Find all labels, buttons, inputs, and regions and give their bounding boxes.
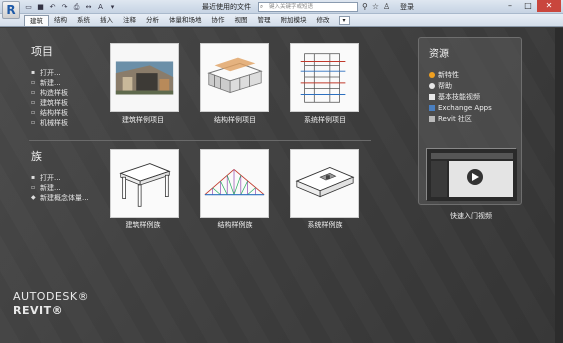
getting-started-video-thumb[interactable] bbox=[426, 148, 517, 201]
text-icon[interactable]: A bbox=[96, 3, 105, 12]
new-file-icon: ▫ bbox=[31, 78, 36, 86]
revit-community-link[interactable]: Revit 社区 bbox=[429, 114, 492, 124]
resources-panel: 资源 新特性 帮助 基本技能视频 Exchange Apps Revit 社区 bbox=[418, 37, 522, 220]
tab-collaborate[interactable]: 协作 bbox=[207, 15, 230, 26]
search-input[interactable]: ⌕ 键入关键字或短语 bbox=[258, 2, 358, 12]
structure-sample-project-label[interactable]: 结构样例项目 bbox=[190, 115, 280, 125]
title-bar: R ▭ ■ ↶ ↷ ⎙ ↔ A ▾ 最近使用的文件 ⌕ 键入关键字或短语 ⚲ ☆… bbox=[0, 0, 563, 19]
exchange-apps-icon bbox=[429, 105, 435, 111]
tab-manage[interactable]: 管理 bbox=[253, 15, 276, 26]
getting-started-video-label[interactable]: 快速入门视频 bbox=[419, 211, 523, 221]
window-controls: – □ ✕ bbox=[501, 0, 561, 12]
architecture-sample-project-label[interactable]: 建筑样例项目 bbox=[98, 115, 188, 125]
minimize-icon[interactable]: – bbox=[501, 0, 519, 12]
family-new-link[interactable]: ▫ 新建... bbox=[31, 183, 89, 192]
tab-insert[interactable]: 插入 bbox=[95, 15, 118, 26]
tab-analyze[interactable]: 分析 bbox=[141, 15, 164, 26]
section-divider bbox=[29, 140, 371, 141]
video-icon bbox=[429, 94, 435, 100]
login-link[interactable]: 登录 bbox=[400, 2, 414, 12]
tab-annotate[interactable]: 注释 bbox=[118, 15, 141, 26]
tab-systems[interactable]: 系统 bbox=[72, 15, 95, 26]
systems-sample-project-thumb[interactable] bbox=[290, 43, 359, 112]
building-render-icon bbox=[111, 44, 178, 111]
search-icon: ⌕ bbox=[260, 4, 264, 10]
revit-logo: REVIT® bbox=[13, 304, 64, 317]
family-open-link[interactable]: ▪ 打开... bbox=[31, 173, 89, 182]
recent-files-page: 项目 ▪ 打开... ▫ 新建... ▫ 构造样板 ▫ 建筑样板 ▫ 结构样板 ▫ 机械样板… bbox=[0, 28, 563, 343]
help-icon bbox=[429, 83, 435, 89]
binoculars-icon[interactable]: ⚲ bbox=[362, 2, 368, 11]
mass-icon: ◆ bbox=[31, 193, 36, 201]
redo-icon[interactable]: ↷ bbox=[60, 3, 69, 12]
essential-skills-videos-link[interactable]: 基本技能视频 bbox=[429, 92, 492, 102]
mep-systems-icon bbox=[291, 44, 358, 111]
save-icon[interactable]: ■ bbox=[36, 3, 45, 12]
tab-modify[interactable]: 修改 bbox=[312, 15, 335, 26]
close-icon[interactable]: ✕ bbox=[537, 0, 561, 12]
new-file-icon: ▫ bbox=[31, 183, 36, 191]
template-mechanical-link[interactable]: ▫ 机械样板 bbox=[31, 118, 68, 127]
autodesk-logo: AUTODESK® bbox=[13, 290, 90, 303]
video-preview-icon bbox=[427, 149, 517, 201]
template-icon: ▫ bbox=[31, 108, 36, 116]
systems-sample-project-label[interactable]: 系统样例项目 bbox=[280, 115, 370, 125]
new-features-icon bbox=[429, 72, 435, 78]
new-conceptual-mass-link[interactable]: ◆ 新建概念体量... bbox=[31, 193, 89, 202]
structure-sample-family-thumb[interactable] bbox=[200, 149, 269, 218]
undo-icon[interactable]: ↶ bbox=[48, 3, 57, 12]
exchange-apps-link[interactable]: Exchange Apps bbox=[429, 103, 492, 113]
star-icon[interactable]: ☆ bbox=[372, 2, 379, 11]
ribbon-tabs: 建筑 结构 系统 插入 注释 分析 体量和场地 协作 视图 管理 附加模块 修改… bbox=[0, 14, 563, 27]
tab-view[interactable]: 视图 bbox=[230, 15, 253, 26]
template-architectural-link[interactable]: ▫ 建筑样板 bbox=[31, 98, 68, 107]
quick-access-toolbar: ▭ ■ ↶ ↷ ⎙ ↔ A ▾ bbox=[24, 2, 117, 12]
systems-sample-family-label[interactable]: 系统样例族 bbox=[280, 220, 370, 230]
folder-icon: ▪ bbox=[31, 68, 36, 76]
tab-architecture[interactable]: 建筑 bbox=[24, 15, 49, 26]
tab-massing-site[interactable]: 体量和场地 bbox=[164, 15, 207, 26]
application-menu-button[interactable]: R bbox=[2, 1, 20, 19]
measure-icon[interactable]: ↔ bbox=[84, 3, 93, 12]
architecture-sample-project-thumb[interactable] bbox=[110, 43, 179, 112]
families-heading: 族 bbox=[31, 150, 42, 163]
print-icon[interactable]: ⎙ bbox=[72, 3, 81, 12]
right-edge-bar bbox=[555, 28, 563, 343]
tab-structure[interactable]: 结构 bbox=[49, 15, 72, 26]
structure-sample-project-thumb[interactable] bbox=[200, 43, 269, 112]
systems-sample-family-thumb[interactable] bbox=[290, 149, 359, 218]
truss-model-icon bbox=[201, 150, 268, 217]
resources-list: 新特性 帮助 基本技能视频 Exchange Apps Revit 社区 bbox=[429, 70, 492, 124]
project-open-link[interactable]: ▪ 打开... bbox=[31, 68, 68, 77]
families-links: ▪ 打开... ▫ 新建... ◆ 新建概念体量... bbox=[31, 173, 89, 202]
projects-links: ▪ 打开... ▫ 新建... ▫ 构造样板 ▫ 建筑样板 ▫ 结构样板 ▫ 机械样板 bbox=[31, 68, 68, 127]
architecture-sample-family-label[interactable]: 建筑样例族 bbox=[98, 220, 188, 230]
structure-frame-icon bbox=[201, 44, 268, 111]
ribbon-toggle-button[interactable]: ▾ bbox=[338, 16, 350, 25]
template-icon: ▫ bbox=[31, 88, 36, 96]
template-structural-link[interactable]: ▫ 结构样板 bbox=[31, 108, 68, 117]
resources-heading: 资源 bbox=[429, 49, 449, 60]
community-icon bbox=[429, 116, 435, 122]
structure-sample-family-label[interactable]: 结构样例族 bbox=[190, 220, 280, 230]
template-icon: ▫ bbox=[31, 98, 36, 106]
template-construction-link[interactable]: ▫ 构造样板 bbox=[31, 88, 68, 97]
architecture-sample-family-thumb[interactable] bbox=[110, 149, 179, 218]
maximize-icon[interactable]: □ bbox=[519, 0, 537, 12]
tray-model-icon bbox=[291, 150, 358, 217]
project-new-link[interactable]: ▫ 新建... bbox=[31, 78, 68, 87]
window-title: 最近使用的文件 bbox=[202, 3, 251, 11]
title-tools: ⚲ ☆ ♙ bbox=[362, 2, 390, 11]
folder-icon: ▪ bbox=[31, 173, 36, 181]
user-icon[interactable]: ♙ bbox=[383, 2, 390, 11]
projects-heading: 项目 bbox=[31, 45, 53, 58]
dropdown-icon[interactable]: ▾ bbox=[108, 3, 117, 12]
whats-new-link[interactable]: 新特性 bbox=[429, 70, 492, 80]
table-model-icon bbox=[111, 150, 178, 217]
template-icon: ▫ bbox=[31, 118, 36, 126]
tab-add-ins[interactable]: 附加模块 bbox=[276, 15, 312, 26]
search-placeholder: 键入关键字或短语 bbox=[269, 4, 314, 10]
open-icon[interactable]: ▭ bbox=[24, 3, 33, 12]
help-link[interactable]: 帮助 bbox=[429, 81, 492, 91]
